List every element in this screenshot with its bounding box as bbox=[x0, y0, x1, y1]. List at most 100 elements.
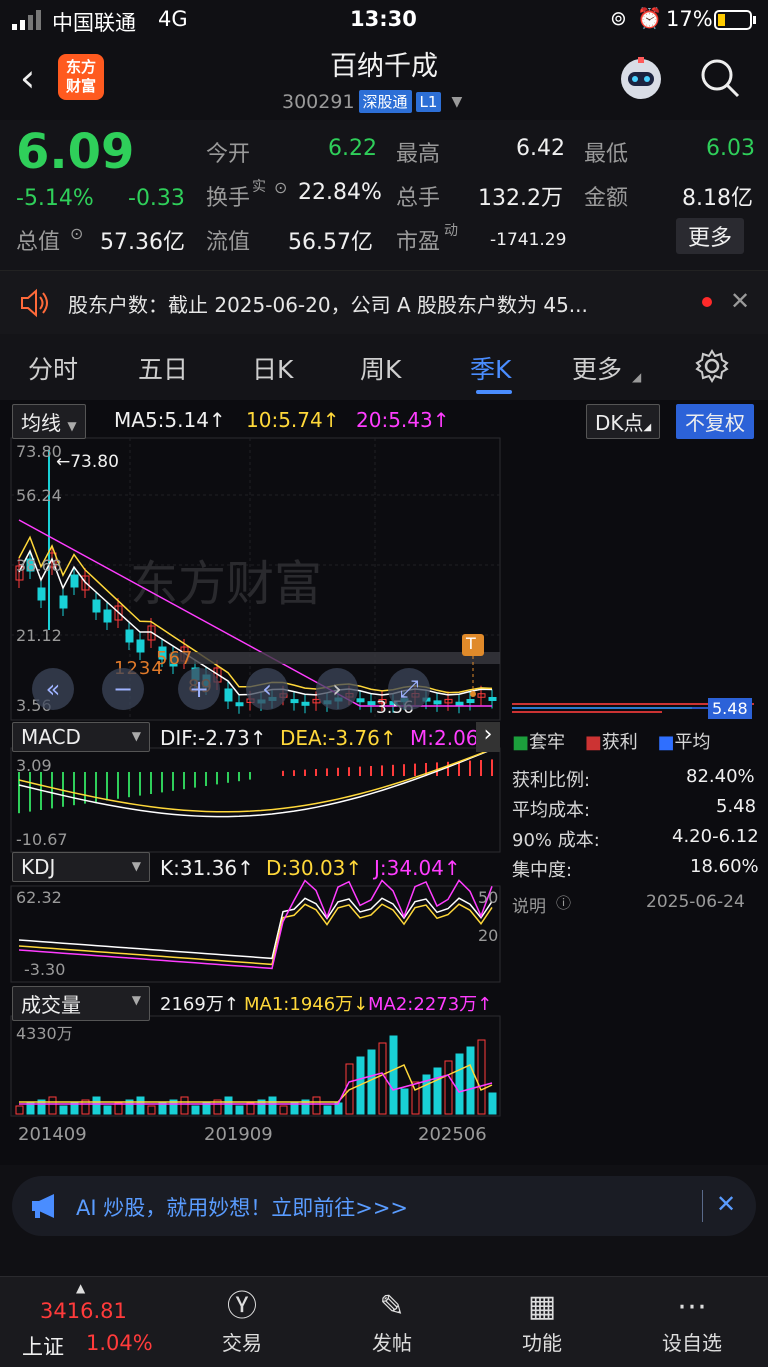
y-axis-4: 21.12 bbox=[16, 626, 62, 645]
quote-panel: 6.09 -5.14% -0.33 总值 ⊙ 57.36亿 今开 6.22 最高… bbox=[0, 120, 768, 270]
macd-selector-button[interactable]: MACD ▼ bbox=[12, 722, 150, 752]
volume-bar bbox=[466, 1046, 475, 1115]
turnover-value: 22.84% bbox=[298, 180, 382, 205]
add-watchlist-button[interactable]: ⋯ 设自选 bbox=[642, 1287, 742, 1356]
volume-bar bbox=[389, 1035, 398, 1115]
tab-daily-k[interactable]: 日K bbox=[252, 350, 293, 386]
t-marker-label: T bbox=[466, 634, 476, 653]
fullscreen-icon[interactable]: ⤢ bbox=[388, 668, 430, 710]
candle-body bbox=[301, 701, 310, 706]
x-axis-label-3: 202506 bbox=[418, 1124, 487, 1145]
search-icon[interactable] bbox=[698, 56, 744, 102]
y-axis-2: 56.24 bbox=[16, 486, 62, 505]
dropdown-icon: ▼ bbox=[451, 93, 463, 110]
bottom-toolbar: ▲ 3416.81 上证 1.04% Ⓨ 交易 ✎ 发帖 ▦ 功能 ⋯ 设自选 bbox=[0, 1276, 768, 1367]
scroll-left-fast-icon[interactable]: « bbox=[32, 668, 74, 710]
close-icon[interactable]: ✕ bbox=[716, 1190, 736, 1218]
tab-weekly-k[interactable]: 周K bbox=[360, 350, 401, 386]
volume-label: 总手 bbox=[396, 186, 441, 211]
volume-bar bbox=[444, 1060, 453, 1115]
volume-bar bbox=[224, 1096, 233, 1115]
stock-connect-badge: 深股通 bbox=[358, 90, 412, 113]
trade-button[interactable]: Ⓨ 交易 bbox=[192, 1287, 292, 1356]
dea-line bbox=[18, 748, 493, 813]
volume-bar bbox=[279, 1105, 288, 1115]
index-value[interactable]: 3416.81 bbox=[40, 1299, 127, 1323]
macd-lines bbox=[18, 748, 493, 818]
float-mv-label: 流值 bbox=[206, 230, 251, 255]
zoom-in-icon[interactable]: + bbox=[178, 668, 220, 710]
low-value: 6.03 bbox=[706, 136, 755, 161]
index-name[interactable]: 上证 bbox=[22, 1331, 64, 1361]
tab-quarterly-k[interactable]: 季K bbox=[470, 350, 511, 386]
ma5-value: MA5:5.14↑ bbox=[114, 408, 226, 432]
index-change[interactable]: 1.04% bbox=[86, 1331, 153, 1355]
change-percent: -5.14% bbox=[16, 186, 94, 211]
more-dots-icon: ⋯ bbox=[677, 1289, 707, 1324]
tab-intraday[interactable]: 分时 bbox=[28, 350, 78, 386]
volume-bar bbox=[15, 1105, 24, 1115]
chip-legend: ■套牢 ■获利 ■平均 bbox=[512, 732, 711, 753]
candle-body bbox=[59, 595, 68, 609]
expand-arrow-icon[interactable]: ▲ bbox=[76, 1281, 85, 1295]
ai-ad-banner[interactable]: AI 炒股，就用妙想！立即前往>>> ✕ bbox=[12, 1176, 756, 1236]
stock-code-row[interactable]: 300291 深股通 L1 ▼ bbox=[282, 90, 462, 113]
corner-triangle-icon: ◢ bbox=[632, 370, 642, 384]
macd-axis-bottom: -10.67 bbox=[16, 830, 68, 849]
price-band bbox=[170, 652, 500, 664]
k-line bbox=[18, 897, 493, 960]
change-amount: -0.33 bbox=[128, 186, 185, 211]
robot-assistant-icon[interactable] bbox=[616, 54, 666, 104]
dk-point-button[interactable]: DK点◢ bbox=[586, 404, 661, 439]
scroll-right-icon[interactable]: › bbox=[316, 668, 358, 710]
tab-more[interactable]: 更多 bbox=[572, 350, 622, 386]
candle-body bbox=[92, 599, 101, 613]
volume-bar bbox=[147, 1105, 156, 1115]
candle-body bbox=[356, 698, 365, 703]
alarm-icon: ⏰ bbox=[637, 6, 662, 30]
info-icon[interactable]: ⊙ bbox=[70, 224, 83, 243]
status-bar: 中国联通 4G 13:30 ⊚ ⏰ 17% bbox=[0, 0, 768, 40]
pe-value: -1741.29 bbox=[490, 230, 567, 250]
indicator-next-icon[interactable]: › bbox=[476, 722, 500, 752]
tab-5day[interactable]: 五日 bbox=[138, 350, 188, 386]
close-icon[interactable]: ✕ bbox=[730, 287, 750, 315]
vol-ma1-line bbox=[19, 1064, 493, 1103]
x-axis-label-1: 201409 bbox=[18, 1124, 87, 1145]
volume-selector-button[interactable]: 成交量 ▼ bbox=[12, 986, 150, 1021]
volume-ma1: MA1:1946万↓ bbox=[244, 994, 369, 1015]
volume-bar bbox=[323, 1105, 332, 1115]
candle-body bbox=[103, 609, 112, 623]
kdj-d: D:30.03↑ bbox=[266, 856, 363, 880]
kline-chart-canvas[interactable]: 东方财富 bbox=[0, 400, 768, 1165]
info-icon[interactable]: ⓘ bbox=[556, 892, 571, 913]
profit-ratio-label: 获利比例: bbox=[512, 770, 591, 791]
volume-bar bbox=[488, 1092, 497, 1115]
macd-axis-top: 3.09 bbox=[16, 756, 52, 775]
kdj-selector-button[interactable]: KDJ ▼ bbox=[12, 852, 150, 882]
note-label[interactable]: 说明 bbox=[512, 892, 546, 917]
notice-bar[interactable]: 股东户数：截止 2025-06-20，公司 A 股股东户数为 45... ✕ bbox=[0, 270, 768, 336]
x-axis-label-2: 201909 bbox=[204, 1124, 273, 1145]
candle-body bbox=[290, 699, 299, 704]
dk-sequence-5-7: 567 bbox=[156, 648, 194, 669]
no-adjust-button[interactable]: 不复权 bbox=[676, 404, 754, 439]
trade-yen-icon: Ⓨ bbox=[227, 1289, 257, 1324]
ma-selector-button[interactable]: 均线 ▼ bbox=[12, 404, 86, 439]
zoom-out-icon[interactable]: − bbox=[102, 668, 144, 710]
volume-bar bbox=[59, 1105, 68, 1115]
candle-body bbox=[37, 587, 46, 601]
settings-gear-icon[interactable] bbox=[694, 348, 730, 384]
info-icon[interactable]: ⊙ bbox=[274, 178, 287, 197]
kdj-level-50: 50 bbox=[478, 888, 499, 907]
candle-body bbox=[235, 702, 244, 707]
high-value: 6.42 bbox=[516, 136, 565, 161]
scroll-left-icon[interactable]: ‹ bbox=[246, 668, 288, 710]
kdj-lines bbox=[18, 879, 493, 970]
post-button[interactable]: ✎ 发帖 bbox=[342, 1287, 442, 1356]
more-button[interactable]: 更多 bbox=[676, 218, 745, 254]
functions-button[interactable]: ▦ 功能 bbox=[492, 1287, 592, 1356]
volume-value: 132.2万 bbox=[478, 186, 563, 211]
concentration-value: 18.60% bbox=[690, 856, 759, 877]
candle-body bbox=[125, 629, 134, 643]
